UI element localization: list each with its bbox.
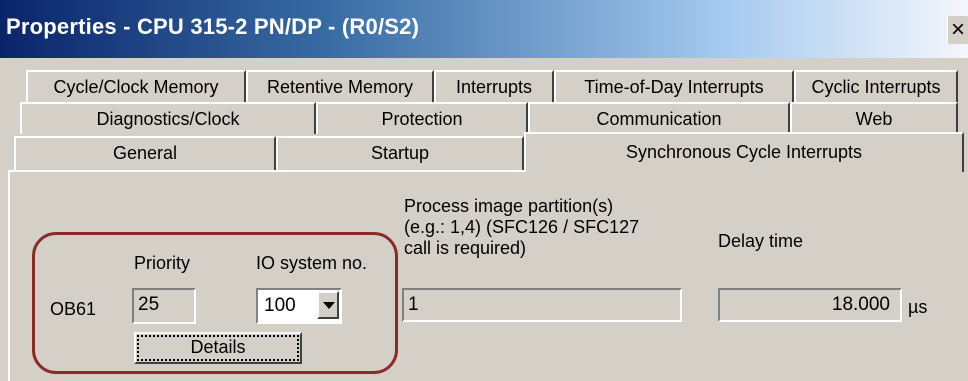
- tab-web[interactable]: Web: [790, 102, 958, 134]
- tab-cycle-clock-memory[interactable]: Cycle/Clock Memory: [26, 70, 246, 102]
- title-bar: Properties - CPU 315-2 PN/DP - (R0/S2) ×: [0, 0, 968, 58]
- process-image-header: Process image partition(s) (e.g.: 1,4) (…: [404, 196, 640, 258]
- delay-time-header: Delay time: [718, 231, 804, 251]
- tab-retentive-memory[interactable]: Retentive Memory: [246, 70, 434, 102]
- tab-cyclic-interrupts[interactable]: Cyclic Interrupts: [794, 70, 958, 102]
- io-system-header: IO system no.: [256, 253, 368, 273]
- tab-general[interactable]: General: [14, 136, 276, 170]
- tab-synchronous-cycle-interrupts[interactable]: Synchronous Cycle Interrupts: [524, 132, 964, 172]
- tab-startup[interactable]: Startup: [276, 136, 524, 170]
- priority-field[interactable]: 25: [132, 288, 196, 324]
- tab-interrupts[interactable]: Interrupts: [434, 70, 554, 102]
- process-image-field[interactable]: 1: [402, 288, 682, 322]
- window-title: Properties - CPU 315-2 PN/DP - (R0/S2): [6, 14, 420, 39]
- chevron-down-icon[interactable]: [317, 291, 339, 319]
- tab-protection[interactable]: Protection: [316, 102, 528, 134]
- priority-header: Priority: [134, 253, 191, 273]
- tab-time-of-day-interrupts[interactable]: Time-of-Day Interrupts: [554, 70, 794, 102]
- delay-time-field[interactable]: 18.000: [718, 288, 902, 322]
- io-system-value: 100: [264, 295, 296, 316]
- close-icon[interactable]: ×: [947, 16, 968, 44]
- tab-communication[interactable]: Communication: [528, 102, 790, 134]
- tab-diagnostics-clock[interactable]: Diagnostics/Clock: [20, 102, 316, 134]
- details-button[interactable]: Details: [134, 332, 302, 364]
- io-system-select[interactable]: 100: [256, 288, 342, 324]
- ob-label: OB61: [50, 299, 97, 319]
- delay-unit-label: µs: [908, 297, 928, 317]
